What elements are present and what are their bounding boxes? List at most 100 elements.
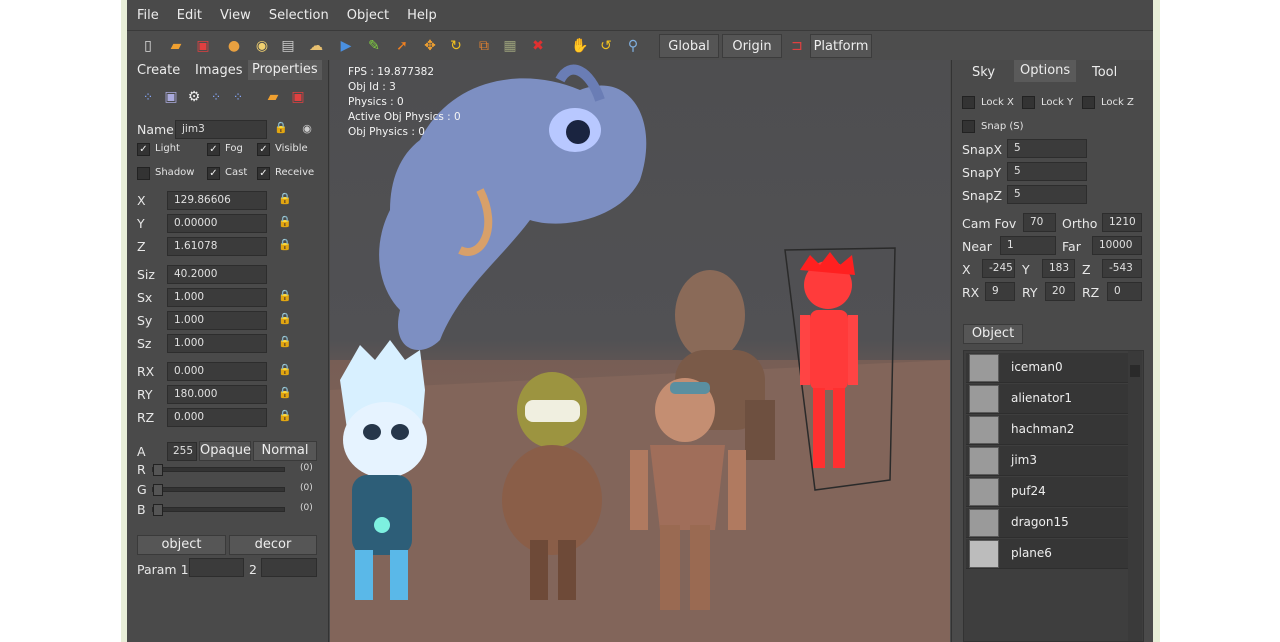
- menu-help[interactable]: Help: [401, 8, 449, 23]
- g-slider-knob[interactable]: [153, 484, 163, 496]
- alpha-field[interactable]: 255: [167, 442, 197, 461]
- light-bulb-icon[interactable]: ◉: [251, 35, 273, 57]
- rotate-icon[interactable]: ↻: [445, 35, 467, 57]
- tab-images[interactable]: Images: [195, 63, 243, 78]
- gear-icon[interactable]: ⚙: [183, 86, 205, 108]
- blend-mode-dropdown[interactable]: Normal: [253, 441, 317, 461]
- far-field[interactable]: 10000: [1092, 236, 1142, 255]
- list-item[interactable]: plane6: [966, 539, 1129, 569]
- cam-rx-field[interactable]: 9: [985, 282, 1015, 301]
- dots-icon[interactable]: ⁘: [205, 86, 227, 108]
- sz-lock-icon[interactable]: 🔒: [278, 335, 292, 351]
- sy-lock-icon[interactable]: 🔒: [278, 312, 292, 328]
- shadow-checkbox[interactable]: [137, 167, 150, 180]
- snapx-field[interactable]: 5: [1007, 139, 1087, 158]
- sz-field[interactable]: 1.000: [167, 334, 267, 353]
- rz-field[interactable]: 0.000: [167, 408, 267, 427]
- visible-checkbox[interactable]: ✓: [257, 143, 270, 156]
- snapy-field[interactable]: 5: [1007, 162, 1087, 181]
- camfov-field[interactable]: 70: [1023, 213, 1056, 232]
- list-item[interactable]: dragon15: [966, 508, 1129, 538]
- camera-icon[interactable]: ▤: [277, 35, 299, 57]
- menu-view[interactable]: View: [214, 8, 263, 23]
- magnet-icon[interactable]: ⊐: [786, 35, 808, 57]
- cloud-icon[interactable]: ☁: [305, 35, 327, 57]
- near-field[interactable]: 1: [1000, 236, 1056, 255]
- lock-x-checkbox[interactable]: [962, 96, 975, 109]
- fog-checkbox[interactable]: ✓: [207, 143, 220, 156]
- sx-lock-icon[interactable]: 🔒: [278, 289, 292, 305]
- image-icon[interactable]: ▦: [499, 35, 521, 57]
- receive-checkbox[interactable]: ✓: [257, 167, 270, 180]
- list-item[interactable]: iceman0: [966, 353, 1129, 383]
- ortho-field[interactable]: 1210: [1102, 213, 1142, 232]
- menu-file[interactable]: File: [131, 8, 171, 23]
- y-lock-icon[interactable]: 🔒: [278, 215, 292, 231]
- hand-icon[interactable]: ✋: [569, 35, 591, 57]
- move-icon[interactable]: ✥: [419, 35, 441, 57]
- folder-icon[interactable]: ▰: [262, 86, 284, 108]
- scale-icon[interactable]: ⧉: [473, 35, 495, 57]
- b-slider-knob[interactable]: [153, 504, 163, 516]
- save-icon[interactable]: ▣: [192, 35, 214, 57]
- snap-checkbox[interactable]: [962, 120, 975, 133]
- undo-icon[interactable]: ↺: [595, 35, 617, 57]
- global-button[interactable]: Global: [659, 34, 719, 58]
- list-item[interactable]: hachman2: [966, 415, 1129, 445]
- lock-icon[interactable]: 🔒: [274, 121, 288, 137]
- opaque-dropdown[interactable]: Opaque: [199, 441, 251, 461]
- r-slider[interactable]: [152, 464, 285, 476]
- pencil-icon[interactable]: ✎: [363, 35, 385, 57]
- tab-tool[interactable]: Tool: [1092, 65, 1117, 80]
- origin-button[interactable]: Origin: [722, 34, 782, 58]
- zoom-icon[interactable]: ⚲: [622, 35, 644, 57]
- cam-ry-field[interactable]: 20: [1045, 282, 1075, 301]
- r-slider-knob[interactable]: [153, 464, 163, 476]
- light-checkbox[interactable]: ✓: [137, 143, 150, 156]
- picture-icon[interactable]: ▣: [160, 86, 182, 108]
- y-field[interactable]: 0.00000: [167, 214, 267, 233]
- cam-z-field[interactable]: -543: [1102, 259, 1142, 278]
- list-item[interactable]: alienator1: [966, 384, 1129, 414]
- param1-field[interactable]: [189, 558, 244, 577]
- g-slider[interactable]: [152, 484, 285, 496]
- lock-y-checkbox[interactable]: [1022, 96, 1035, 109]
- play-icon[interactable]: ▶: [335, 35, 357, 57]
- rz-lock-icon[interactable]: 🔒: [278, 409, 292, 425]
- tab-create[interactable]: Create: [137, 63, 180, 78]
- scrollbar-thumb[interactable]: [1130, 365, 1140, 377]
- monkey-icon[interactable]: ●: [223, 35, 245, 57]
- ry-lock-icon[interactable]: 🔒: [278, 386, 292, 402]
- open-folder-icon[interactable]: ▰: [165, 35, 187, 57]
- delete-icon[interactable]: ✖: [527, 35, 549, 57]
- cam-x-field[interactable]: -245: [982, 259, 1015, 278]
- menu-object[interactable]: Object: [341, 8, 401, 23]
- cam-y-field[interactable]: 183: [1042, 259, 1075, 278]
- list-item[interactable]: puf24: [966, 477, 1129, 507]
- 3d-viewport[interactable]: FPS : 19.877382 Obj Id : 3 Physics : 0 A…: [330, 60, 950, 642]
- cam-rz-field[interactable]: 0: [1107, 282, 1142, 301]
- snapz-field[interactable]: 5: [1007, 185, 1087, 204]
- tab-options[interactable]: Options: [1014, 60, 1077, 82]
- sx-field[interactable]: 1.000: [167, 288, 267, 307]
- sy-field[interactable]: 1.000: [167, 311, 267, 330]
- object-list-scrollbar[interactable]: [1128, 351, 1142, 641]
- x-field[interactable]: 129.86606: [167, 191, 267, 210]
- platform-button[interactable]: Platform: [810, 34, 872, 58]
- tab-sky[interactable]: Sky: [972, 65, 995, 80]
- siz-field[interactable]: 40.2000: [167, 265, 267, 284]
- dots-2-icon[interactable]: ⁘: [227, 86, 249, 108]
- tab-properties[interactable]: Properties: [248, 60, 322, 80]
- eye-icon[interactable]: ◉: [300, 122, 314, 138]
- lock-z-checkbox[interactable]: [1082, 96, 1095, 109]
- rx-lock-icon[interactable]: 🔒: [278, 363, 292, 379]
- object-button[interactable]: object: [137, 535, 226, 555]
- b-slider[interactable]: [152, 504, 285, 516]
- list-item[interactable]: jim3: [966, 446, 1129, 476]
- rx-field[interactable]: 0.000: [167, 362, 267, 381]
- sphere-icon[interactable]: ⁘: [137, 86, 159, 108]
- new-file-icon[interactable]: ▯: [137, 35, 159, 57]
- select-arrow-icon[interactable]: ➚: [391, 35, 413, 57]
- tab-object[interactable]: Object: [963, 324, 1023, 344]
- z-lock-icon[interactable]: 🔒: [278, 238, 292, 254]
